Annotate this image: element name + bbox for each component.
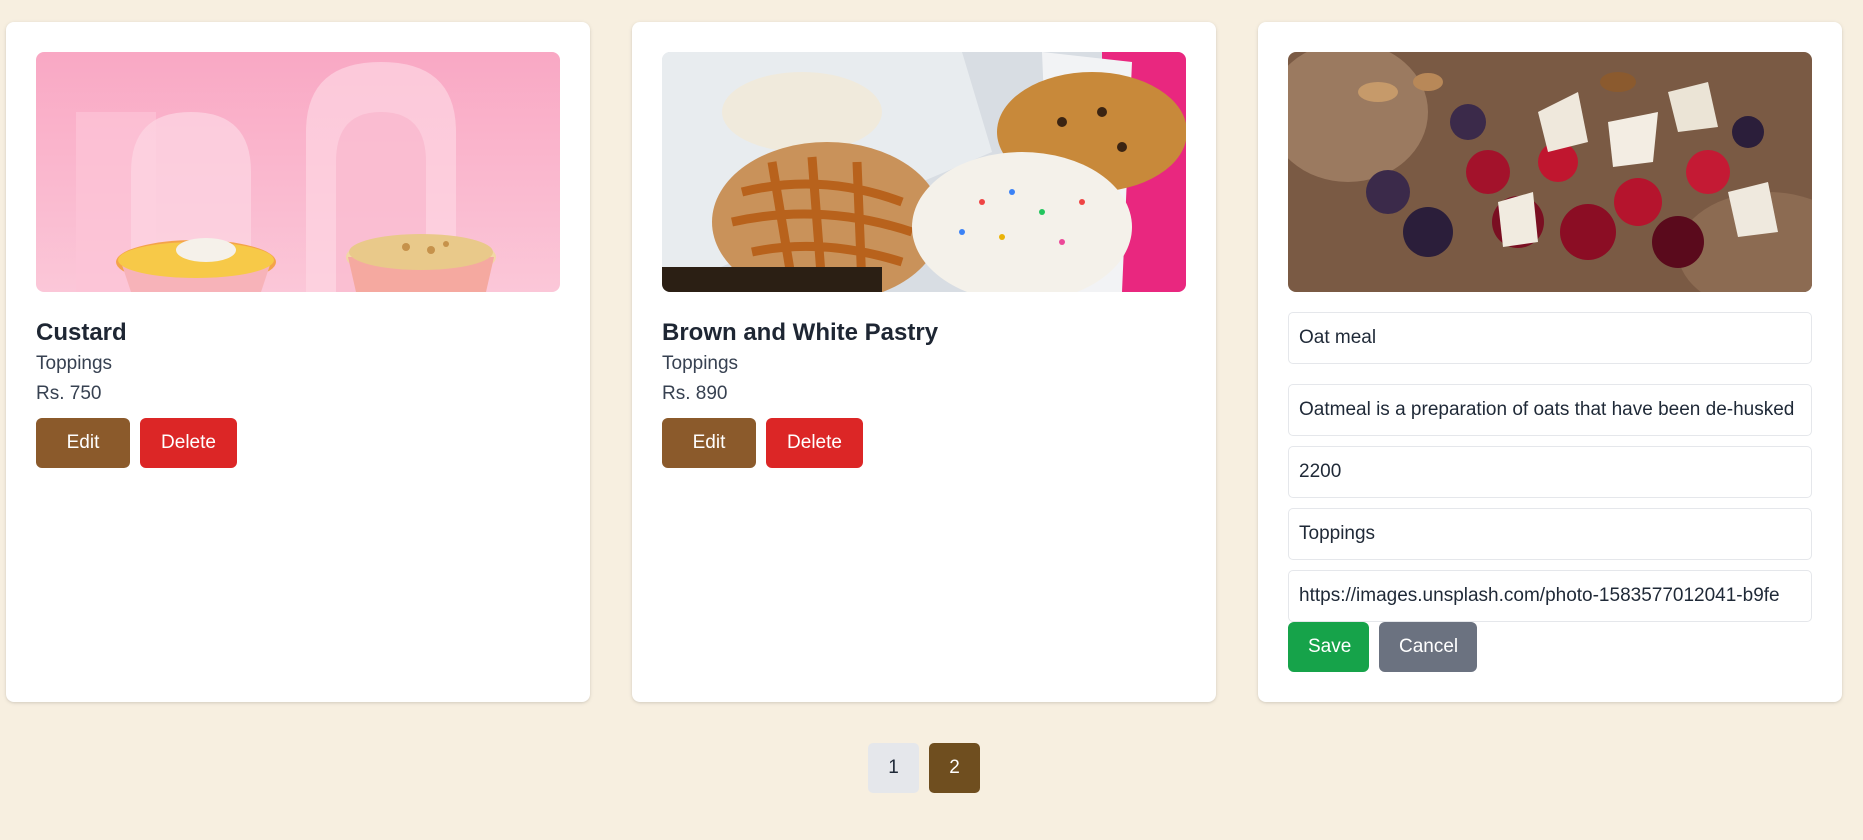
product-category: Toppings — [36, 353, 113, 374]
edit-button[interactable]: Edit — [662, 418, 756, 468]
product-image-oatmeal — [1288, 52, 1812, 292]
delete-button[interactable]: Delete — [140, 418, 237, 468]
product-title: Custard — [36, 319, 127, 346]
save-button[interactable]: Save — [1288, 622, 1369, 672]
product-price: Rs. 750 — [36, 383, 102, 404]
product-title: Brown and White Pastry — [662, 319, 939, 346]
name-field[interactable] — [1288, 312, 1812, 364]
image-url-field[interactable] — [1288, 570, 1812, 622]
product-actions: Edit Delete — [36, 418, 560, 468]
product-price: Rs. 890 — [662, 383, 728, 404]
product-grid: Custard Toppings Rs. 750 Edit Delete Bro… — [6, 22, 1842, 702]
price-field[interactable] — [1288, 446, 1812, 498]
category-field[interactable] — [1288, 508, 1812, 560]
description-field[interactable] — [1288, 384, 1812, 436]
pagination: 1 2 — [868, 743, 980, 793]
page-button-1[interactable]: 1 — [868, 743, 919, 793]
product-image-pastry — [662, 52, 1186, 292]
product-image-custard — [36, 52, 560, 292]
product-card-brown-white-pastry: Brown and White Pastry Toppings Rs. 890 … — [632, 22, 1216, 702]
delete-button[interactable]: Delete — [766, 418, 863, 468]
edit-button[interactable]: Edit — [36, 418, 130, 468]
product-actions: Edit Delete — [662, 418, 1186, 468]
page-button-2[interactable]: 2 — [929, 743, 980, 793]
cancel-button[interactable]: Cancel — [1379, 622, 1477, 672]
product-category: Toppings — [662, 353, 739, 374]
product-edit-card: Save Cancel — [1258, 22, 1842, 702]
product-card-custard: Custard Toppings Rs. 750 Edit Delete — [6, 22, 590, 702]
form-actions: Save Cancel — [1288, 622, 1812, 672]
